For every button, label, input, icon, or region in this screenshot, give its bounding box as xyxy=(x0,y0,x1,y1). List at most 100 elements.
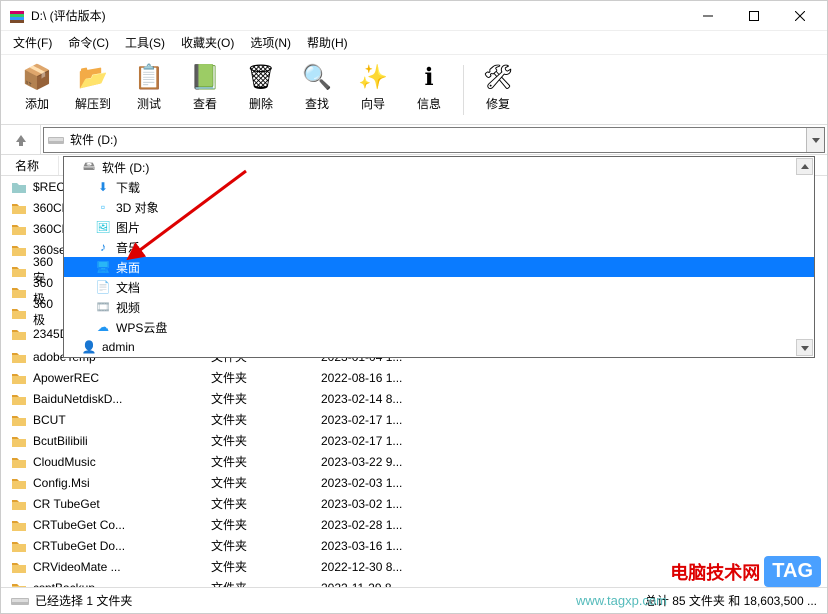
location-dropdown[interactable]: 🖴软件 (D:)⬇下载▫3D 对象 🖼 图片 ♪ 音乐🖥桌面📄文档🎞视频☁WPS云盘👤a… xyxy=(63,156,815,358)
up-button[interactable] xyxy=(1,125,41,155)
dd-desktop[interactable]: 🖥桌面 xyxy=(64,257,814,277)
table-row[interactable]: BcutBilibili文件夹2023-02-17 1... xyxy=(1,430,827,451)
tool-view-icon: 📗 xyxy=(189,61,221,93)
watermark-tag: TAG xyxy=(764,556,821,587)
row-date: 2022-12-30 8... xyxy=(321,560,481,574)
watermark-url: www.tagxp.com xyxy=(576,593,667,608)
tool-repair[interactable]: 🛠修复 xyxy=(470,59,526,123)
dd-documents-label: 文档 xyxy=(116,279,140,296)
dd-videos-label: 视频 xyxy=(116,299,140,316)
tool-test-icon: 📋 xyxy=(133,61,165,93)
list-item[interactable]: 360Cl xyxy=(1,197,63,218)
dropdown-scroll-down[interactable] xyxy=(796,339,813,356)
tool-test[interactable]: 📋 测试 xyxy=(121,59,177,123)
row-name: BcutBilibili xyxy=(33,434,88,448)
table-row[interactable]: BaiduNetdiskD...文件夹2023-02-14 8... xyxy=(1,388,827,409)
dd-pictures-label: 图片 xyxy=(116,219,140,236)
item-name: 360Cl xyxy=(33,201,64,215)
table-row[interactable]: CloudMusic文件夹2023-03-22 9... xyxy=(1,451,827,472)
row-type: 文件夹 xyxy=(211,558,321,575)
folder-icon xyxy=(11,221,27,237)
tool-test-label: 测试 xyxy=(137,95,161,112)
folder-icon xyxy=(11,305,27,321)
list-item[interactable]: 360Cl xyxy=(1,218,63,239)
app-icon xyxy=(9,8,25,24)
toolbar-separator xyxy=(463,65,464,115)
tool-delete-label: 删除 xyxy=(249,95,273,112)
row-type: 文件夹 xyxy=(211,411,321,428)
dd-wps[interactable]: ☁WPS云盘 xyxy=(64,317,814,337)
list-item[interactable]: $REC xyxy=(1,176,63,197)
table-row[interactable]: ApowerREC 文件夹2022-08-16 1... xyxy=(1,367,827,388)
dd-d-drive[interactable]: 🖴软件 (D:) xyxy=(64,157,814,177)
folder-icon xyxy=(11,242,27,258)
menu-file[interactable]: 文件(F) xyxy=(5,31,60,54)
tool-extract[interactable]: 📂解压到 xyxy=(65,59,121,123)
folder-icon xyxy=(11,370,27,386)
folder-icon xyxy=(11,391,27,407)
row-type: 文件夹 xyxy=(211,516,321,533)
dd-videos[interactable]: 🎞视频 xyxy=(64,297,814,317)
dd-pictures-icon: 🖼 xyxy=(96,220,110,234)
row-type: 文件夹 xyxy=(211,369,321,386)
header-name[interactable]: 名称 xyxy=(11,156,59,175)
dd-3d[interactable]: ▫3D 对象 xyxy=(64,197,814,217)
tool-wizard[interactable]: ✨ 向导 xyxy=(345,59,401,123)
tool-add[interactable]: 📦添加 xyxy=(9,59,65,123)
menu-help[interactable]: 帮助(H) xyxy=(299,31,356,54)
file-list[interactable]: adobeTemp文件夹2023-01-04 1...ApowerREC文件夹2… xyxy=(1,346,827,587)
minimize-button[interactable] xyxy=(685,1,731,31)
menu-command[interactable]: 命令(C) xyxy=(60,31,117,54)
folder-icon xyxy=(11,326,27,342)
tool-find[interactable]: 🔍查找 xyxy=(289,59,345,123)
dd-music-icon: ♪ xyxy=(96,240,110,254)
dd-d-drive-label: 软件 (D:) xyxy=(102,159,149,176)
tool-info-icon: ℹ xyxy=(413,61,445,93)
table-row[interactable]: Config.Msi文件夹2023-02-03 1... xyxy=(1,472,827,493)
tool-info[interactable]: ℹ信息 xyxy=(401,59,457,123)
menu-tools[interactable]: 工具(S) xyxy=(117,31,173,54)
tool-wizard-icon: ✨ xyxy=(357,61,389,93)
item-name: 360极 xyxy=(33,297,63,328)
list-item[interactable]: 360极 xyxy=(1,302,63,323)
dd-music-label: 音乐 xyxy=(116,239,140,256)
tool-find-icon: 🔍 xyxy=(301,61,333,93)
list-item[interactable]: 2345D xyxy=(1,323,63,344)
folder-icon xyxy=(11,475,27,491)
watermark: 电脑技术网 TAG xyxy=(670,556,821,587)
folder-icon xyxy=(11,200,27,216)
address-dropdown-button[interactable] xyxy=(806,128,824,152)
row-date: 2023-02-17 1... xyxy=(321,434,481,448)
row-name: ApowerREC xyxy=(33,371,99,385)
folder-icon xyxy=(11,496,27,512)
row-name: CRTubeGet Co... xyxy=(33,518,125,532)
dd-downloads[interactable]: ⬇下载 xyxy=(64,177,814,197)
table-row[interactable]: BCUT文件夹2023-02-17 1... xyxy=(1,409,827,430)
row-name: CR TubeGet xyxy=(33,497,100,511)
table-row[interactable]: CR TubeGet文件夹2023-03-02 1... xyxy=(1,493,827,514)
menu-bar: 文件(F) 命令(C) 工具(S) 收藏夹(O) 选项(N) 帮助(H) xyxy=(1,31,827,55)
tool-wizard-label: 向导 xyxy=(361,95,385,112)
folder-icon xyxy=(11,284,27,300)
address-bar[interactable]: 软件 (D:) xyxy=(43,127,825,153)
tool-view[interactable]: 📗查看 xyxy=(177,59,233,123)
row-date: 2022-08-16 1... xyxy=(321,371,481,385)
title-bar: D:\ (评估版本) xyxy=(1,1,827,31)
table-row[interactable]: CRTubeGet Do...文件夹2023-03-16 1... xyxy=(1,535,827,556)
folder-icon xyxy=(11,454,27,470)
tool-delete-icon: 🗑 xyxy=(245,61,277,93)
dd-admin[interactable]: 👤admin xyxy=(64,337,814,357)
row-type: 文件夹 xyxy=(211,474,321,491)
menu-favorites[interactable]: 收藏夹(O) xyxy=(173,31,242,54)
dd-pictures[interactable]: 🖼 图片 xyxy=(64,217,814,237)
dropdown-scroll-up[interactable] xyxy=(796,158,813,175)
tool-repair-icon: 🛠 xyxy=(482,61,514,93)
item-name: $REC xyxy=(33,180,65,194)
tool-delete[interactable]: 🗑 删除 xyxy=(233,59,289,123)
maximize-button[interactable] xyxy=(731,1,777,31)
dd-music[interactable]: ♪ 音乐 xyxy=(64,237,814,257)
close-button[interactable] xyxy=(777,1,823,31)
table-row[interactable]: CRTubeGet Co...文件夹2023-02-28 1... xyxy=(1,514,827,535)
dd-documents[interactable]: 📄文档 xyxy=(64,277,814,297)
menu-options[interactable]: 选项(N) xyxy=(242,31,299,54)
